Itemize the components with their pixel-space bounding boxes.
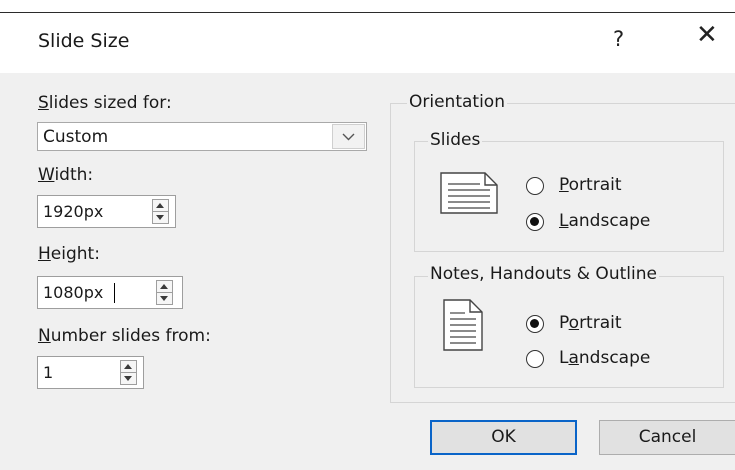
portrait-page-icon (443, 299, 483, 351)
landscape-page-icon (440, 172, 498, 214)
slides-portrait-radio[interactable] (526, 177, 544, 195)
spin-up-icon (156, 203, 164, 208)
width-value: 1920px (43, 202, 104, 221)
dialog-title: Slide Size (38, 30, 130, 52)
slides-sized-for-value: Custom (43, 127, 109, 147)
notes-portrait-radio[interactable] (526, 315, 544, 333)
height-label: Height: (38, 244, 100, 264)
notes-landscape-label[interactable]: Landscape (559, 348, 650, 368)
notes-group-title: Notes, Handouts & Outline (428, 264, 659, 284)
notes-landscape-radio[interactable] (526, 350, 544, 368)
width-label: Width: (38, 165, 94, 185)
spin-up-icon (124, 364, 132, 369)
slides-group-title: Slides (428, 130, 483, 150)
width-spinner[interactable] (152, 199, 169, 224)
spin-down-icon (160, 296, 168, 301)
slides-landscape-label[interactable]: Landscape (559, 211, 650, 231)
text-cursor (114, 283, 115, 303)
notes-portrait-label[interactable]: Portrait (559, 313, 622, 333)
slides-sized-for-dropdown[interactable]: Custom (37, 122, 367, 151)
slides-sized-for-label: Slides sized for: (38, 93, 172, 113)
chevron-down-icon (342, 133, 355, 141)
width-field[interactable]: 1920px (37, 195, 176, 228)
dropdown-button[interactable] (332, 124, 365, 149)
help-button[interactable]: ? (613, 27, 624, 51)
background-strip (0, 0, 735, 12)
slides-portrait-label[interactable]: Portrait (559, 175, 622, 195)
spin-up-icon (160, 284, 168, 289)
ok-button[interactable]: OK (430, 420, 577, 455)
height-value: 1080px (43, 283, 104, 302)
close-button[interactable]: ✕ (696, 22, 718, 48)
spin-down-icon (124, 376, 132, 381)
orientation-title: Orientation (407, 92, 507, 112)
number-slides-from-value: 1 (43, 363, 54, 382)
height-spinner[interactable] (156, 280, 173, 305)
spin-down-icon (156, 215, 164, 220)
height-field[interactable]: 1080px (37, 276, 183, 309)
number-slides-from-field[interactable]: 1 (37, 356, 144, 389)
number-spinner[interactable] (120, 360, 137, 385)
cancel-button[interactable]: Cancel (599, 420, 735, 455)
number-slides-from-label: Number slides from: (38, 326, 211, 346)
slides-landscape-radio[interactable] (526, 213, 544, 231)
